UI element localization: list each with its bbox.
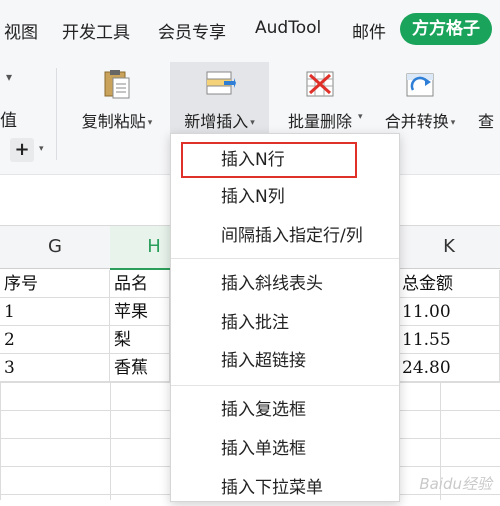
menu-item-insert-n-rows[interactable]: 插入N行 xyxy=(181,142,357,178)
menu-separator xyxy=(171,385,399,386)
table-row[interactable]: 11.00 xyxy=(398,298,500,326)
chevron-down-icon: ▾ xyxy=(147,117,153,128)
tab-developer[interactable]: 开发工具 xyxy=(62,18,130,43)
table-row[interactable]: 2 xyxy=(0,326,110,354)
cell-header-name[interactable]: 品名 xyxy=(110,270,170,298)
merge-convert-label: 合并转换 xyxy=(384,112,449,131)
clipboard-paste-icon xyxy=(104,70,130,99)
chevron-down-icon[interactable]: ▾ xyxy=(358,112,363,122)
column-header-k[interactable]: K xyxy=(398,226,500,269)
plus-caret[interactable]: ▾ xyxy=(39,144,44,154)
cell-header-total[interactable]: 总金额 xyxy=(398,270,500,298)
copy-paste-label: 复制粘贴 xyxy=(81,112,146,131)
left-partial-label[interactable]: 值 xyxy=(0,106,17,131)
table-row[interactable]: 3 xyxy=(0,354,110,382)
menu-item-insert-hyperlink[interactable]: 插入超链接 xyxy=(171,343,399,379)
copy-paste-button[interactable]: 复制粘贴 ▾ xyxy=(72,62,162,142)
menu-item-insert-n-columns[interactable]: 插入N列 xyxy=(171,179,399,215)
tab-mail[interactable]: 邮件 xyxy=(352,18,386,43)
chevron-down-icon: ▾ xyxy=(450,117,456,128)
ribbon-divider xyxy=(56,68,57,160)
menu-bar: 视图 开发工具 会员专享 AudTool 邮件 方方格子 xyxy=(0,0,500,62)
batch-delete-label: 批量删除 xyxy=(287,112,352,131)
tab-fangfang[interactable]: 方方格子 xyxy=(400,13,492,45)
plus-button[interactable]: + xyxy=(10,138,34,162)
insert-button[interactable]: 新增插入 ▾ xyxy=(170,62,269,142)
menu-item-insert-diagonal-header[interactable]: 插入斜线表头 xyxy=(171,266,399,302)
delete-table-icon xyxy=(306,71,334,97)
left-dropdown-caret[interactable]: ▾ xyxy=(6,70,12,84)
insert-rows-icon xyxy=(206,71,236,95)
chevron-down-icon: ▾ xyxy=(250,117,255,128)
table-row[interactable]: 11.55 xyxy=(398,326,500,354)
menu-item-interval-insert[interactable]: 间隔插入指定行/列 xyxy=(171,218,399,254)
insert-label: 新增插入 xyxy=(184,112,249,131)
merge-convert-icon xyxy=(406,73,434,97)
menu-item-insert-dropdown[interactable]: 插入下拉菜单 xyxy=(171,470,399,506)
column-header-g[interactable]: G xyxy=(0,226,111,269)
table-row[interactable]: 苹果 xyxy=(110,298,170,326)
insert-dropdown-menu: 插入N行 插入N列 间隔插入指定行/列 插入斜线表头 插入批注 插入超链接 插入… xyxy=(170,133,400,502)
tab-view[interactable]: 视图 xyxy=(4,18,38,43)
table-row[interactable]: 1 xyxy=(0,298,110,326)
menu-item-insert-radio[interactable]: 插入单选框 xyxy=(171,431,399,467)
merge-convert-button[interactable]: 合并转换 ▾ xyxy=(374,62,466,142)
menu-item-insert-comment[interactable]: 插入批注 xyxy=(171,305,399,341)
table-row[interactable]: 香蕉 xyxy=(110,354,170,382)
cell-header-seq[interactable]: 序号 xyxy=(0,270,110,298)
menu-item-insert-checkbox[interactable]: 插入复选框 xyxy=(171,392,399,428)
table-row[interactable]: 梨 xyxy=(110,326,170,354)
tab-member[interactable]: 会员专享 xyxy=(158,18,226,43)
batch-delete-button[interactable]: 批量删除 xyxy=(275,62,365,142)
menu-separator xyxy=(171,258,399,259)
find-button-partial[interactable]: 查 xyxy=(478,108,494,132)
table-row[interactable]: 24.80 xyxy=(398,354,500,382)
watermark: Baidu经验 xyxy=(419,475,492,493)
tab-audtool[interactable]: AudTool xyxy=(255,18,321,38)
